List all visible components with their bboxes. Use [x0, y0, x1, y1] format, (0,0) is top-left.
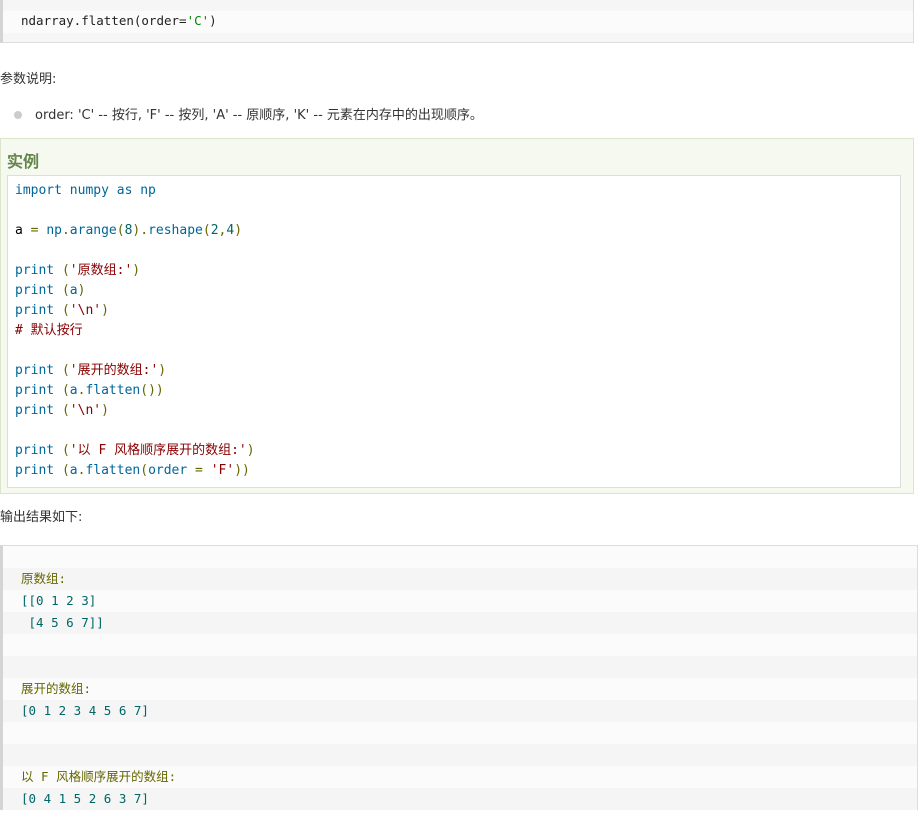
- code-token: print: [15, 383, 62, 398]
- syntax-prefix: ndarray.flatten(order=: [21, 13, 187, 28]
- code-token: 2: [210, 223, 219, 238]
- code-line: print ('展开的数组:'): [15, 361, 166, 381]
- output-stripe: [3, 656, 917, 678]
- code-token: )): [234, 463, 250, 478]
- code-token: ): [132, 263, 141, 278]
- syntax-arg: 'C': [186, 13, 210, 28]
- code-token: import numpy as np: [15, 183, 156, 198]
- code-token: (: [116, 223, 125, 238]
- output-stripe: [3, 568, 917, 590]
- code-line: print ('\n'): [15, 401, 109, 421]
- code-token: 'F': [210, 463, 235, 478]
- code-token: print: [15, 283, 62, 298]
- code-line: print ('以 F 风格顺序展开的数组:'): [15, 441, 255, 461]
- code-token: (: [61, 383, 70, 398]
- code-token: a: [69, 283, 78, 298]
- output-line: [0 4 1 5 2 6 3 7]: [21, 791, 149, 806]
- code-line: print ('\n'): [15, 301, 109, 321]
- code-token: =: [30, 223, 47, 238]
- example-title: 实例: [7, 152, 40, 171]
- output-block: 原数组: [[0 1 2 3] [4 5 6 7]] 展开的数组: [0 1 2 3 …: [0, 545, 918, 810]
- output-line: 以 F 风格顺序展开的数组:: [21, 769, 177, 784]
- code-token: # 默认按行: [15, 323, 83, 338]
- code-token: '\n': [69, 303, 102, 318]
- code-token: '\n': [69, 403, 102, 418]
- code-token: ): [101, 403, 109, 418]
- code-token: a: [69, 383, 78, 398]
- output-line: 原数组:: [21, 571, 67, 586]
- syntax-code: ndarray.flatten(order='C'): [21, 13, 217, 28]
- code-token: ): [246, 443, 255, 458]
- code-line: print (a.flatten(order = 'F')): [15, 461, 250, 481]
- code-token: (: [61, 443, 70, 458]
- code-token: ()): [140, 383, 164, 398]
- output-stripe: [3, 722, 917, 744]
- code-line: import numpy as np: [15, 181, 156, 201]
- code-token: print: [15, 263, 62, 278]
- code-token: (: [61, 263, 70, 278]
- code-token: (: [61, 303, 70, 318]
- code-line: a = np.arange(8).reshape(2,4): [15, 221, 242, 241]
- code-token: flatten: [85, 383, 141, 398]
- output-line: 展开的数组:: [21, 681, 92, 696]
- syntax-code-block: ndarray.flatten(order='C'): [0, 0, 914, 43]
- code-token: print: [15, 363, 62, 378]
- code-token: ): [158, 363, 167, 378]
- output-stripe: [3, 678, 917, 700]
- code-token: ): [77, 283, 86, 298]
- code-token: reshape: [148, 223, 203, 238]
- code-token: =: [195, 463, 211, 478]
- output-heading: 输出结果如下:: [0, 510, 83, 525]
- example-code[interactable]: import numpy as np a = np.arange(8).resha…: [7, 175, 901, 488]
- bullet-icon: [14, 110, 22, 119]
- code-token: (: [140, 463, 149, 478]
- code-token: a: [69, 463, 78, 478]
- code-token: (: [61, 463, 70, 478]
- output-stripe: [3, 546, 917, 568]
- output-stripe: [3, 590, 917, 612]
- param-heading: 参数说明:: [0, 72, 57, 87]
- code-line: print (a.flatten()): [15, 381, 164, 401]
- code-token: print: [15, 463, 62, 478]
- code-token: ).: [132, 223, 149, 238]
- code-token: a: [15, 223, 31, 238]
- output-stripe: [3, 744, 917, 766]
- code-token: 4: [226, 223, 235, 238]
- output-stripe: [3, 612, 917, 634]
- code-token: '展开的数组:': [69, 363, 159, 378]
- code-token: (: [61, 403, 70, 418]
- code-token: '原数组:': [69, 263, 133, 278]
- param-list-item: order: 'C' -- 按行, 'F' -- 按列, 'A' -- 原顺序,…: [14, 104, 483, 123]
- output-line: [0 1 2 3 4 5 6 7]: [21, 703, 149, 718]
- code-token: order: [148, 463, 196, 478]
- output-line: [[0 1 2 3]: [21, 593, 97, 608]
- code-token: print: [15, 443, 62, 458]
- code-token: (: [202, 223, 211, 238]
- code-token: print: [15, 303, 62, 318]
- example-box: 实例 import numpy as np a = np.arange(8).re…: [0, 138, 914, 494]
- code-token: '以 F 风格顺序展开的数组:': [69, 443, 247, 458]
- code-token: (: [61, 363, 70, 378]
- code-token: ): [101, 303, 109, 318]
- code-line: print (a): [15, 281, 85, 301]
- code-token: arange: [69, 223, 117, 238]
- code-token: flatten: [85, 463, 141, 478]
- code-token: .: [61, 223, 70, 238]
- param-item-text: order: 'C' -- 按行, 'F' -- 按列, 'A' -- 原顺序,…: [35, 108, 483, 123]
- code-token: np: [46, 223, 62, 238]
- code-token: ): [234, 223, 243, 238]
- output-line: [4 5 6 7]]: [21, 615, 104, 630]
- code-token: print: [15, 403, 62, 418]
- output-stripe: [3, 634, 917, 656]
- syntax-suffix: ): [209, 13, 217, 28]
- code-line: print ('原数组:'): [15, 261, 140, 281]
- code-token: (: [61, 283, 70, 298]
- code-line: # 默认按行: [15, 321, 83, 341]
